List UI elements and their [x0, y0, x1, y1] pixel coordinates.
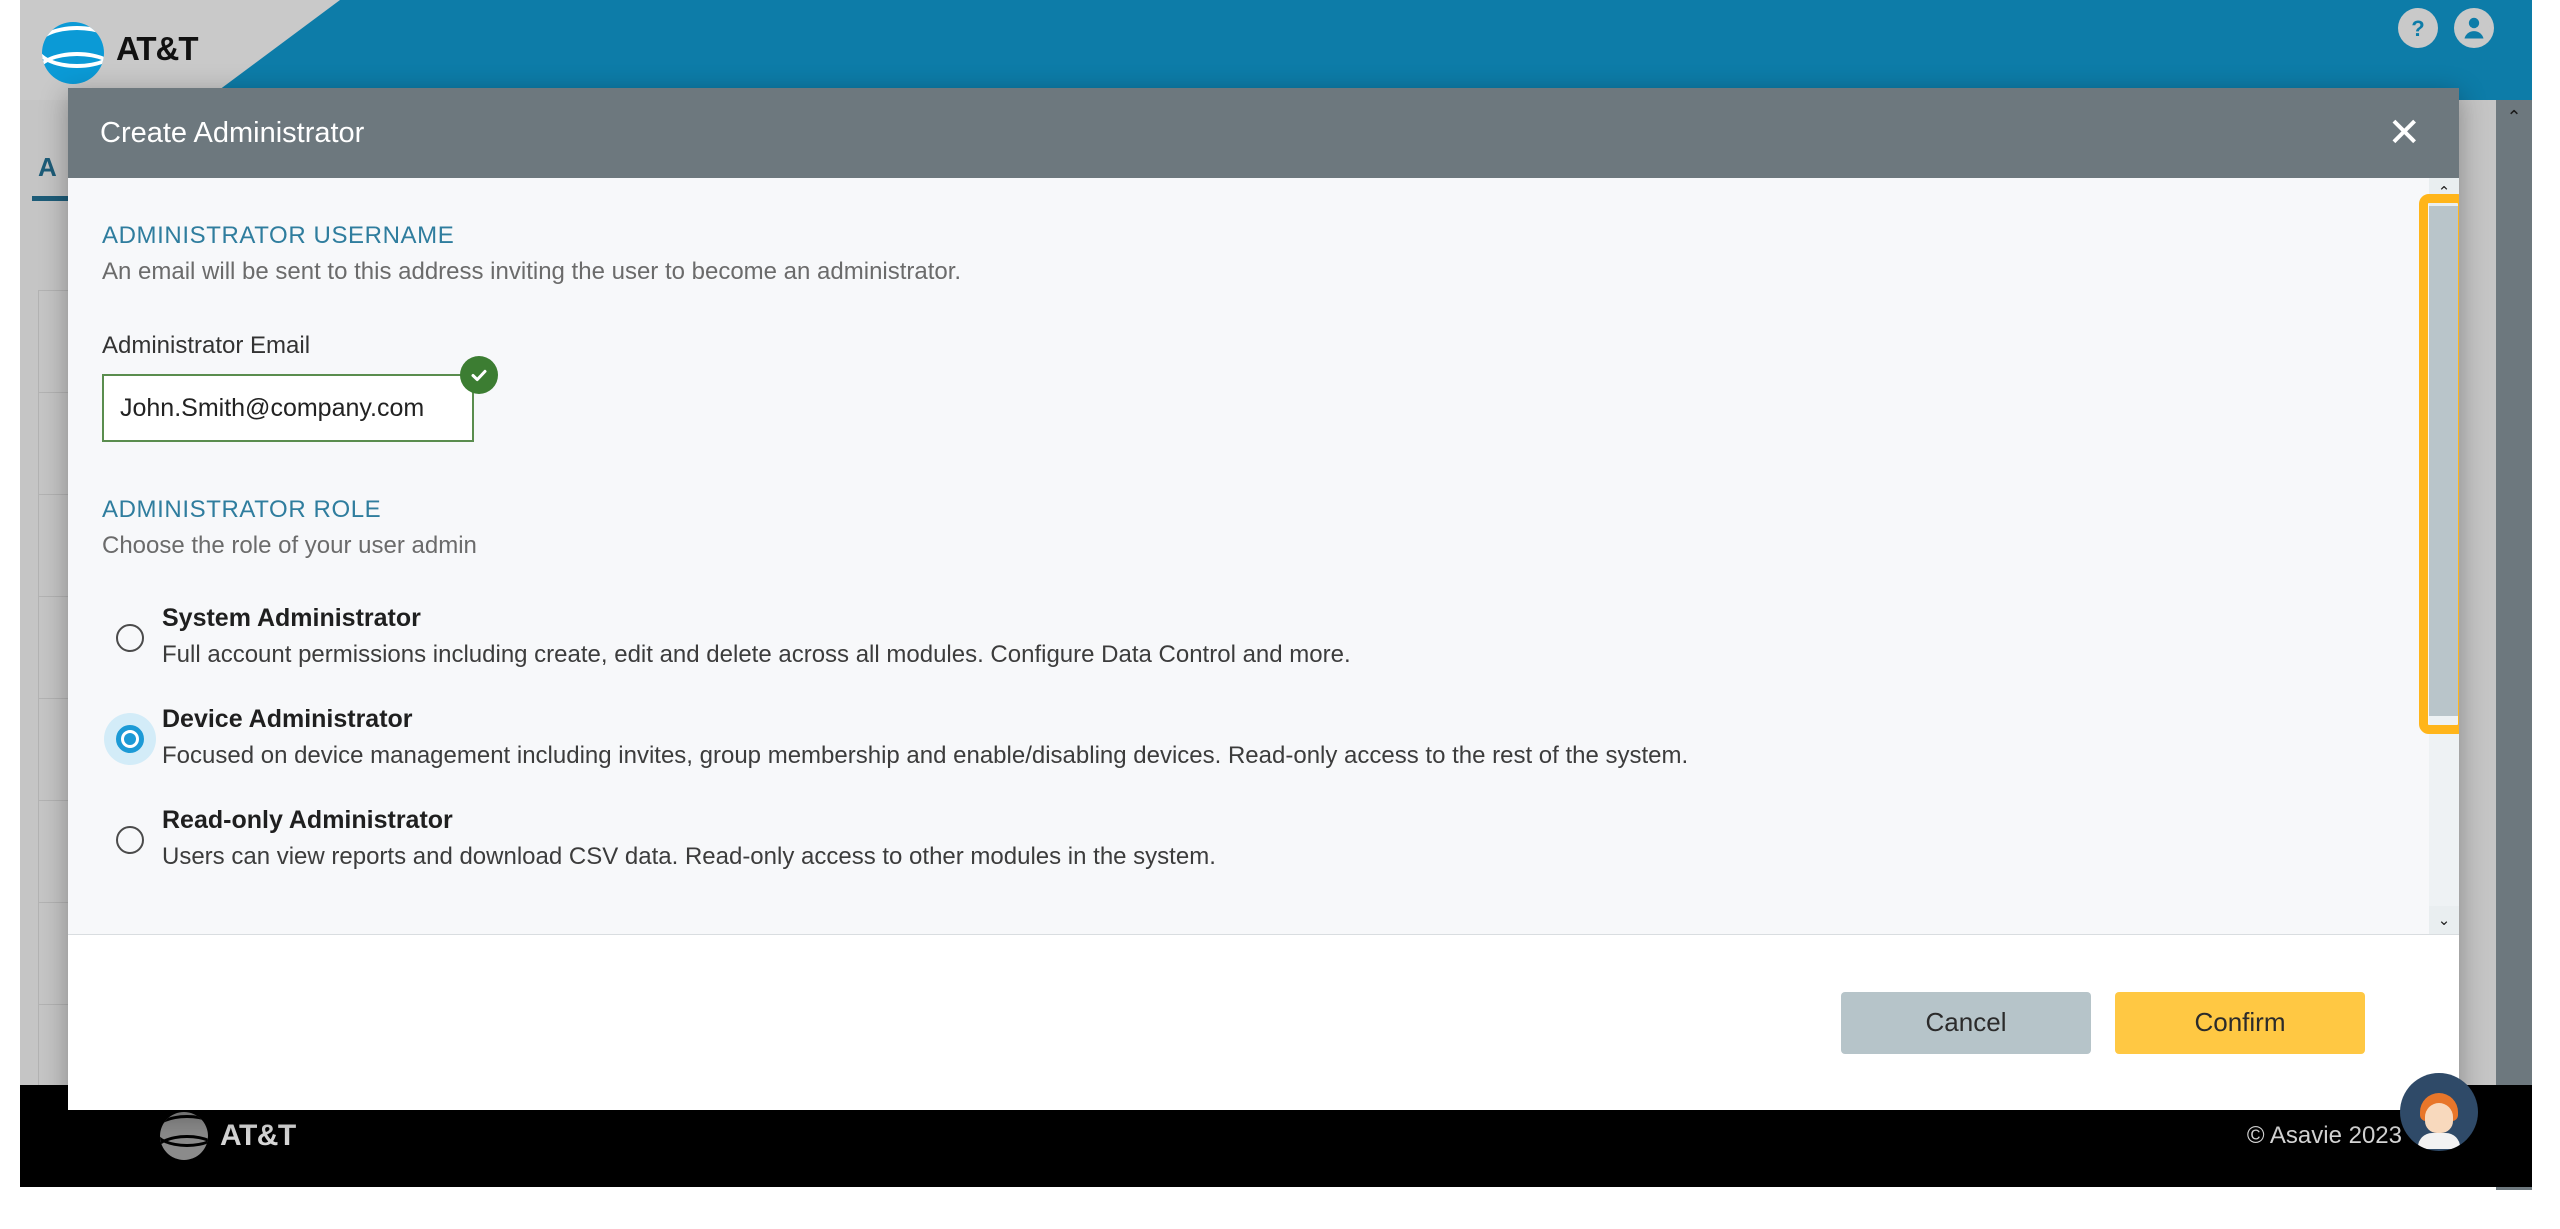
administrator-email-wrapper — [102, 356, 498, 442]
role-option-read-only-administrator[interactable]: Read-only Administrator Users can view r… — [102, 806, 2415, 871]
dialog-scrollbar[interactable]: ⌃ ⌄ — [2419, 178, 2459, 934]
footer-wordmark: AT&T — [220, 1119, 296, 1152]
account-icon[interactable] — [2454, 8, 2494, 48]
tab-administrators[interactable]: A — [38, 152, 57, 183]
create-administrator-dialog: Create Administrator ✕ ADMINISTRATOR USE… — [68, 88, 2459, 1110]
page-scroll-up-icon[interactable]: ⌃ — [2496, 100, 2532, 134]
role-radio-group: System Administrator Full account permis… — [102, 604, 2415, 871]
help-icon[interactable]: ? — [2398, 8, 2438, 48]
avatar-body — [2418, 1133, 2460, 1149]
radio-icon-system-administrator[interactable] — [116, 624, 144, 652]
radio-icon-read-only-administrator[interactable] — [116, 826, 144, 854]
svg-text:?: ? — [2411, 16, 2424, 41]
scroll-up-icon[interactable]: ⌃ — [2429, 178, 2459, 206]
dialog-header: Create Administrator ✕ — [68, 88, 2459, 178]
chat-support-avatar[interactable] — [2400, 1073, 2478, 1151]
top-header-bar: AT&T ? — [20, 0, 2532, 100]
close-icon[interactable]: ✕ — [2387, 113, 2421, 153]
role-option-name: Device Administrator — [162, 705, 413, 733]
role-option-name: Read-only Administrator — [162, 806, 453, 834]
role-option-device-administrator[interactable]: Device Administrator Focused on device m… — [102, 705, 2415, 770]
administrator-username-section: ADMINISTRATOR USERNAME An email will be … — [102, 222, 2415, 442]
footer-logo: AT&T — [160, 1112, 296, 1160]
cancel-button[interactable]: Cancel — [1841, 991, 2091, 1054]
dialog-title: Create Administrator — [100, 116, 365, 149]
header-icon-group: ? — [2398, 8, 2494, 48]
scrollbar-thumb[interactable] — [2429, 206, 2459, 716]
role-section-description: Choose the role of your user admin — [102, 532, 477, 559]
role-option-system-administrator[interactable]: System Administrator Full account permis… — [102, 604, 2415, 669]
scrollbar-track[interactable] — [2429, 716, 2459, 906]
copyright-text: © Asavie 2023 — [2246, 1122, 2402, 1149]
role-option-name: System Administrator — [162, 604, 421, 632]
administrator-role-section: ADMINISTRATOR ROLE Choose the role of yo… — [102, 496, 2415, 871]
scroll-down-icon[interactable]: ⌄ — [2429, 906, 2459, 934]
username-section-heading: ADMINISTRATOR USERNAME — [102, 222, 455, 249]
role-section-heading: ADMINISTRATOR ROLE — [102, 496, 382, 523]
att-wordmark: AT&T — [116, 30, 199, 67]
radio-icon-device-administrator[interactable] — [116, 725, 144, 753]
dialog-footer: Cancel Confirm — [68, 934, 2459, 1110]
avatar-head — [2425, 1103, 2453, 1133]
role-option-description: Full account permissions including creat… — [162, 641, 1351, 668]
username-section-description: An email will be sent to this address in… — [102, 258, 962, 285]
role-option-description: Users can view reports and download CSV … — [162, 843, 1216, 870]
dialog-body: ADMINISTRATOR USERNAME An email will be … — [68, 178, 2459, 934]
valid-check-icon — [460, 356, 498, 394]
att-globe-icon — [42, 22, 104, 84]
administrator-email-input[interactable] — [102, 374, 474, 442]
confirm-button[interactable]: Confirm — [2115, 991, 2365, 1054]
page-scrollbar[interactable]: ⌃ ⌄ — [2496, 100, 2532, 1190]
avatar-icon — [2416, 1093, 2462, 1149]
administrator-email-label: Administrator Email — [102, 332, 311, 359]
att-globe-footer-icon — [160, 1112, 208, 1160]
role-option-description: Focused on device management including i… — [162, 742, 1689, 769]
